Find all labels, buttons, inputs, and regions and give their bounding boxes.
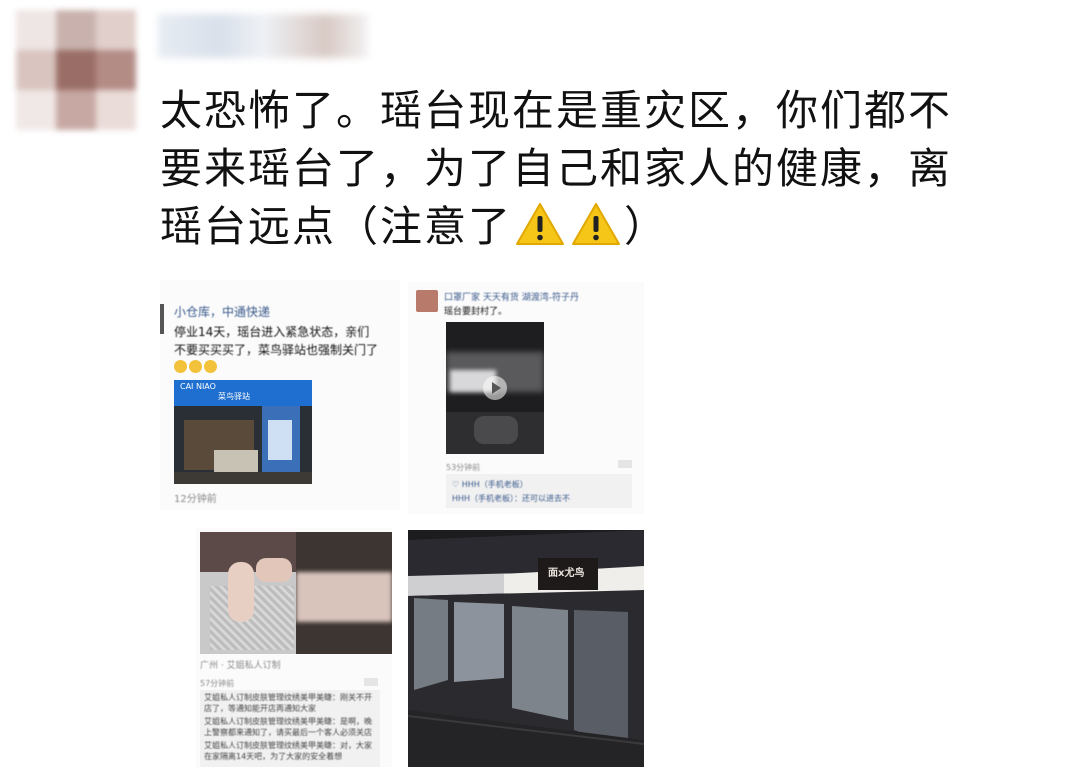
nail-photo <box>200 532 296 654</box>
video-thumbnail[interactable] <box>446 322 544 454</box>
post-text-line3-end: ） <box>624 202 669 251</box>
photo1-timestamp: 12分钟前 <box>174 494 217 505</box>
username-blurred[interactable] <box>158 14 368 58</box>
post-image-3[interactable]: 广州 · 艾姐私人订制 57分钟前 艾姐私人订制皮肤管理纹绣美甲美睫：刚关不开店… <box>196 528 392 767</box>
more-options-icon[interactable] <box>364 678 378 686</box>
photo1-poster: 小仓库，中通快递 <box>174 305 271 319</box>
post-text-line2: 要来瑶台了，为了自己和家人的健康，离 <box>160 144 953 193</box>
photo3-comment-3: 艾姐私人订制皮肤管理纹绣美甲美睫：对，大家在家隔离14天吧，为了大家的安全着想 <box>204 741 372 761</box>
post-text-line1: 太恐怖了。瑶台现在是重灾区，你们都不 <box>160 86 953 135</box>
photo3-comment-1: 艾姐私人订制皮肤管理纹绣美甲美睫：刚关不开店了，等通知能开店再通知大家 <box>204 693 372 713</box>
photo2-comment-line: HHH（手机老板）：还可以进去不 <box>452 494 571 503</box>
post-image-2[interactable]: 口罩厂家 天天有货 湖渡湾-符子丹 瑶台要封村了。 53分钟前 ♡ HHH（手机… <box>408 282 644 514</box>
street-night-photo <box>408 530 644 767</box>
play-icon[interactable] <box>483 376 507 400</box>
photo2-text: 瑶台要封村了。 <box>444 307 508 317</box>
more-options-icon[interactable] <box>618 460 632 468</box>
cainiao-station-photo: CAI NIAO 菜鸟驿站 <box>174 380 312 484</box>
warning-icon <box>515 201 565 262</box>
photo1-text-line1: 停业14天，瑶台进入紧急状态，亲们 <box>174 325 370 339</box>
post-text: 太恐怖了。瑶台现在是重灾区，你们都不 要来瑶台了，为了自己和家人的健康，离 瑶台… <box>160 82 1040 262</box>
post-image-4[interactable]: 面x尤鸟 <box>408 530 644 767</box>
cainiao-logo: CAI NIAO <box>180 382 216 391</box>
emoji-row <box>174 360 217 376</box>
cainiao-sign: 菜鸟驿站 <box>218 392 250 401</box>
photo1-text-line2: 不要买买买了，菜鸟驿站也强制关门了 <box>174 343 379 357</box>
avatar[interactable] <box>16 10 136 130</box>
photo3-comment-2: 艾姐私人订制皮肤管理纹绣美甲美睫：是啊，晚上警察都来通知了，请买最后一个客人必须… <box>204 717 372 737</box>
post-text-line3: 瑶台远点（注意了 <box>160 202 513 251</box>
photo3-comments: 艾姐私人订制皮肤管理纹绣美甲美睫：刚关不开店了，等通知能开店再通知大家 艾姐私人… <box>204 692 376 762</box>
photo3-poster: 广州 · 艾姐私人订制 <box>200 661 281 671</box>
warning-icon <box>571 201 621 262</box>
photo2-avatar <box>416 290 438 312</box>
post-image-1[interactable]: 小仓库，中通快递 停业14天，瑶台进入紧急状态，亲们 不要买买买了，菜鸟驿站也强… <box>160 280 400 510</box>
shop-sign: 面x尤鸟 <box>548 568 585 579</box>
